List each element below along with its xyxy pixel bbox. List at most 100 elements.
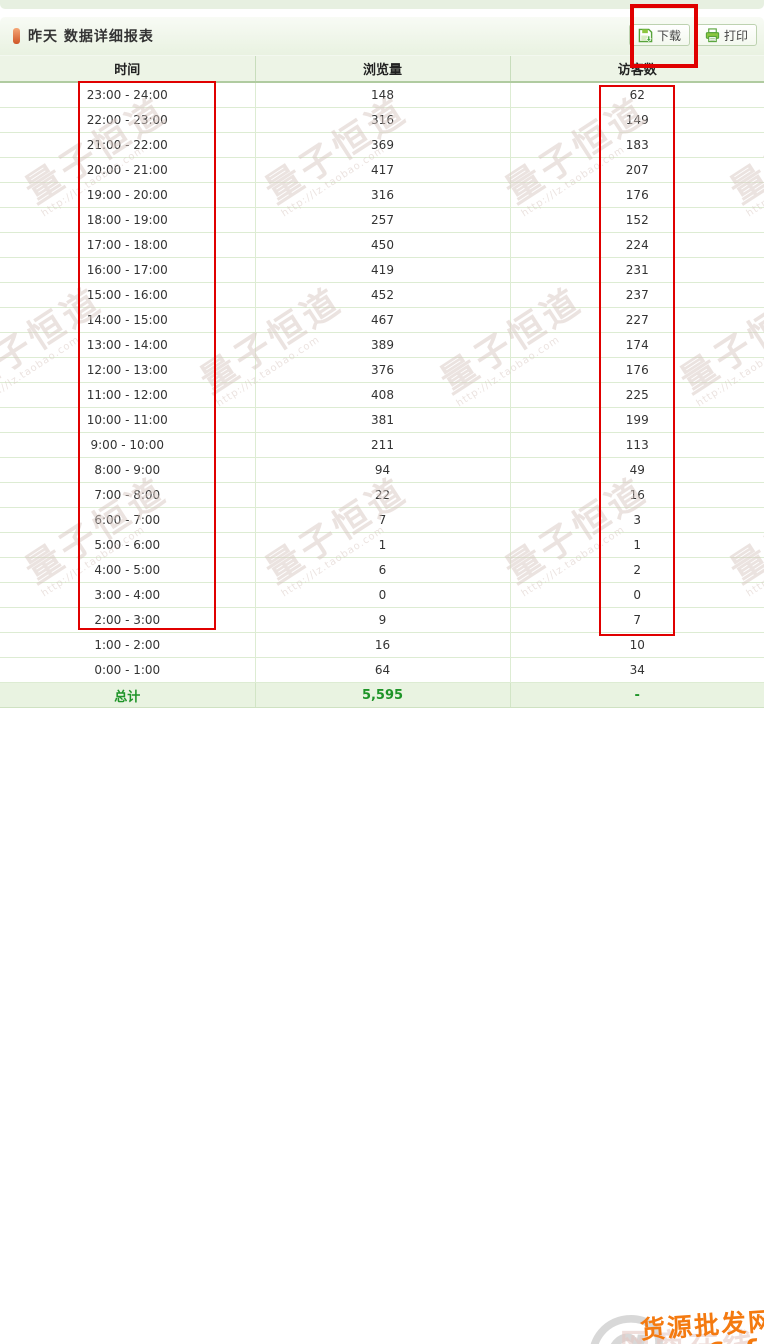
- table-row: 10:00 - 11:00381199: [0, 408, 764, 433]
- pageviews-cell: 0: [255, 583, 510, 608]
- table-row: 21:00 - 22:00369183: [0, 133, 764, 158]
- table-row: 16:00 - 17:00419231: [0, 258, 764, 283]
- pageviews-cell: 316: [255, 183, 510, 208]
- time-cell: 22:00 - 23:00: [0, 108, 255, 133]
- visitors-cell: 183: [510, 133, 764, 158]
- download-button[interactable]: 下载: [629, 24, 690, 46]
- download-button-label: 下载: [657, 27, 681, 44]
- visitors-cell: 2: [510, 558, 764, 583]
- time-cell: 21:00 - 22:00: [0, 133, 255, 158]
- pageviews-cell: 64: [255, 658, 510, 683]
- total-pageviews: 5,595: [255, 683, 510, 708]
- visitors-cell: 7: [510, 608, 764, 633]
- table-row: 2:00 - 3:0097: [0, 608, 764, 633]
- table-row: 18:00 - 19:00257152: [0, 208, 764, 233]
- visitors-cell: 1: [510, 533, 764, 558]
- time-cell: 1:00 - 2:00: [0, 633, 255, 658]
- pageviews-cell: 417: [255, 158, 510, 183]
- time-cell: 13:00 - 14:00: [0, 333, 255, 358]
- column-header-visitors: 访客数: [510, 56, 764, 82]
- table-row: 23:00 - 24:0014862: [0, 82, 764, 108]
- visitors-cell: 231: [510, 258, 764, 283]
- title-marker-icon: [13, 28, 20, 44]
- visitors-cell: 199: [510, 408, 764, 433]
- title-bar: 昨天 数据详细报表 下载: [0, 17, 764, 56]
- time-cell: 0:00 - 1:00: [0, 658, 255, 683]
- table-row: 7:00 - 8:002216: [0, 483, 764, 508]
- pageviews-cell: 376: [255, 358, 510, 383]
- at-sign-watermark: @: [585, 1296, 669, 1344]
- time-cell: 3:00 - 4:00: [0, 583, 255, 608]
- pageviews-cell: 6: [255, 558, 510, 583]
- table-row: 5:00 - 6:0011: [0, 533, 764, 558]
- visitors-cell: 207: [510, 158, 764, 183]
- visitors-cell: 113: [510, 433, 764, 458]
- visitors-cell: 237: [510, 283, 764, 308]
- table-row: 17:00 - 18:00450224: [0, 233, 764, 258]
- time-cell: 14:00 - 15:00: [0, 308, 255, 333]
- table-row: 4:00 - 5:0062: [0, 558, 764, 583]
- print-button[interactable]: 打印: [696, 24, 757, 46]
- table-row: 8:00 - 9:009449: [0, 458, 764, 483]
- table-row: 3:00 - 4:0000: [0, 583, 764, 608]
- pageviews-cell: 211: [255, 433, 510, 458]
- visitors-cell: 10: [510, 633, 764, 658]
- time-cell: 6:00 - 7:00: [0, 508, 255, 533]
- time-cell: 23:00 - 24:00: [0, 82, 255, 108]
- total-visitors: -: [510, 683, 764, 708]
- table-row: 20:00 - 21:00417207: [0, 158, 764, 183]
- table-row: 14:00 - 15:00467227: [0, 308, 764, 333]
- ghost-watermark-text: 网商在线: [620, 1320, 756, 1344]
- table-row: 11:00 - 12:00408225: [0, 383, 764, 408]
- time-cell: 9:00 - 10:00: [0, 433, 255, 458]
- time-cell: 20:00 - 21:00: [0, 158, 255, 183]
- table-row: 19:00 - 20:00316176: [0, 183, 764, 208]
- pageviews-cell: 257: [255, 208, 510, 233]
- visitors-cell: 62: [510, 82, 764, 108]
- visitors-cell: 3: [510, 508, 764, 533]
- pageviews-cell: 316: [255, 108, 510, 133]
- pageviews-cell: 408: [255, 383, 510, 408]
- visitors-cell: 149: [510, 108, 764, 133]
- time-cell: 16:00 - 17:00: [0, 258, 255, 283]
- time-cell: 11:00 - 12:00: [0, 383, 255, 408]
- time-cell: 15:00 - 16:00: [0, 283, 255, 308]
- table-row: 0:00 - 1:006434: [0, 658, 764, 683]
- table-body: 23:00 - 24:001486222:00 - 23:0031614921:…: [0, 82, 764, 683]
- stamp-line2: www.6pf.cn: [621, 1332, 764, 1344]
- pageviews-cell: 369: [255, 133, 510, 158]
- table-row: 13:00 - 14:00389174: [0, 333, 764, 358]
- table-row: 15:00 - 16:00452237: [0, 283, 764, 308]
- pageviews-cell: 148: [255, 82, 510, 108]
- pageviews-cell: 389: [255, 333, 510, 358]
- report-page: { "header": { "title": "昨天 数据详细报表", "dow…: [0, 0, 764, 672]
- table-row: 1:00 - 2:001610: [0, 633, 764, 658]
- time-cell: 12:00 - 13:00: [0, 358, 255, 383]
- visitors-cell: 224: [510, 233, 764, 258]
- pageviews-cell: 450: [255, 233, 510, 258]
- pageviews-cell: 16: [255, 633, 510, 658]
- table-header-row: 时间 浏览量 访客数: [0, 56, 764, 82]
- column-header-pageviews: 浏览量: [255, 56, 510, 82]
- top-strip: [0, 0, 764, 9]
- time-cell: 19:00 - 20:00: [0, 183, 255, 208]
- time-cell: 2:00 - 3:00: [0, 608, 255, 633]
- time-cell: 4:00 - 5:00: [0, 558, 255, 583]
- pageviews-cell: 7: [255, 508, 510, 533]
- visitors-cell: 225: [510, 383, 764, 408]
- table-row: 22:00 - 23:00316149: [0, 108, 764, 133]
- time-cell: 10:00 - 11:00: [0, 408, 255, 433]
- visitors-cell: 152: [510, 208, 764, 233]
- time-cell: 18:00 - 19:00: [0, 208, 255, 233]
- toolbar: 下载 打印: [629, 24, 757, 46]
- time-cell: 7:00 - 8:00: [0, 483, 255, 508]
- visitors-cell: 174: [510, 333, 764, 358]
- time-cell: 17:00 - 18:00: [0, 233, 255, 258]
- pageviews-cell: 22: [255, 483, 510, 508]
- visitors-cell: 227: [510, 308, 764, 333]
- pageviews-cell: 9: [255, 608, 510, 633]
- total-row: 总计 5,595 -: [0, 683, 764, 708]
- visitors-cell: 176: [510, 358, 764, 383]
- pageviews-cell: 94: [255, 458, 510, 483]
- pageviews-cell: 1: [255, 533, 510, 558]
